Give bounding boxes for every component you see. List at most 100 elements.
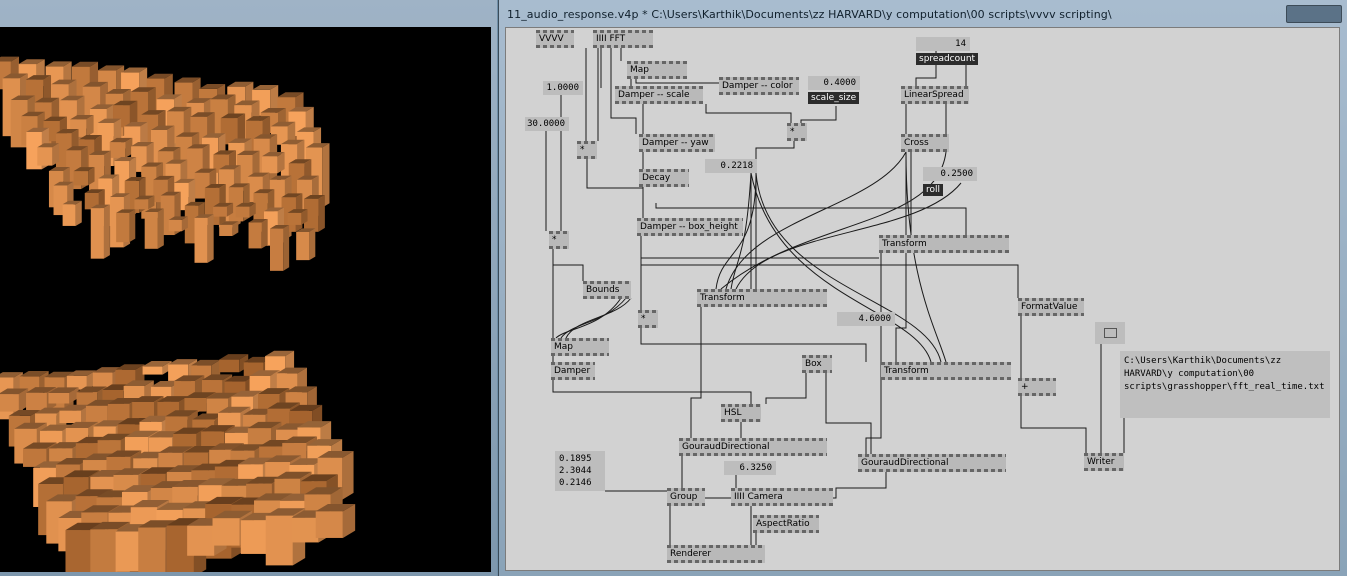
cube: [270, 225, 290, 271]
cube: [37, 143, 60, 166]
node-label: GouraudDirectional: [682, 442, 770, 452]
roll-label: roll: [923, 184, 944, 196]
node-damper[interactable]: Damper: [551, 362, 595, 380]
node-label: Damper -- yaw: [642, 138, 709, 148]
node-label: Renderer: [670, 549, 712, 559]
renderer-window[interactable]: [0, 0, 497, 576]
patch-editor-window[interactable]: 11_audio_response.v4p * C:\Users\Karthik…: [498, 0, 1347, 576]
node-label: Transform: [884, 366, 929, 376]
cube: [142, 361, 172, 375]
node-label: Group: [670, 492, 698, 502]
cube: [168, 216, 188, 232]
node-label: +: [1021, 382, 1029, 392]
window-title: 11_audio_response.v4p * C:\Users\Karthik…: [507, 8, 1112, 21]
value-box[interactable]: 4.6000: [837, 312, 895, 326]
node-label: Damper -- color: [722, 81, 793, 91]
node-map[interactable]: Map: [627, 61, 687, 79]
node-multiply[interactable]: *: [638, 310, 658, 328]
cube: [296, 228, 316, 261]
cube: [73, 167, 95, 186]
node-fft[interactable]: IIII FFT: [593, 30, 653, 48]
node-label: *: [790, 127, 795, 137]
rendered-cubes-scene: [0, 56, 356, 572]
cube: [109, 137, 133, 158]
node-vvvv[interactable]: VVVV: [536, 30, 574, 48]
node-label: Damper -- box_height: [640, 222, 738, 232]
node-label: Transform: [700, 293, 745, 303]
node-linearspread[interactable]: LinearSpread: [901, 86, 969, 104]
cube: [90, 204, 110, 259]
node-transform[interactable]: Transform: [697, 289, 827, 307]
node-decay[interactable]: Decay: [639, 169, 689, 187]
cube: [287, 209, 308, 225]
node-label: IIII Camera: [734, 492, 783, 502]
value-box[interactable]: 0.2218: [705, 159, 757, 173]
node-renderer[interactable]: Renderer: [667, 545, 765, 563]
file-path-string-box[interactable]: C:\Users\Karthik\Documents\zz HARVARD\y …: [1120, 351, 1330, 418]
node-label: VVVV: [539, 34, 564, 44]
patch-wires: [545, 48, 1125, 545]
cube: [116, 209, 136, 243]
node-label: *: [580, 145, 585, 155]
cube: [62, 200, 82, 226]
node-formatvalue[interactable]: FormatValue: [1018, 298, 1084, 316]
node-damper-scale[interactable]: Damper -- scale: [615, 86, 703, 104]
roll-value-box[interactable]: 0.2500: [923, 167, 977, 181]
vector-value-box[interactable]: 0.1895 2.3044 0.2146: [555, 451, 605, 491]
node-label: HSL: [724, 408, 742, 418]
vector-x: 0.1895: [559, 454, 592, 464]
cube: [235, 202, 256, 218]
node-damper-color[interactable]: Damper -- color: [719, 77, 799, 95]
node-camera[interactable]: IIII Camera: [731, 488, 833, 506]
node-label: AspectRatio: [756, 519, 810, 529]
scale-size-value-box[interactable]: 0.4000: [808, 76, 860, 90]
node-label: *: [552, 235, 557, 245]
node-label: Map: [630, 65, 649, 75]
cube: [134, 195, 155, 210]
render-viewport[interactable]: [0, 27, 491, 572]
value-box[interactable]: 30.0000: [525, 117, 569, 131]
node-multiply[interactable]: *: [577, 141, 597, 159]
node-label: LinearSpread: [904, 90, 964, 100]
node-damper-yaw[interactable]: Damper -- yaw: [639, 134, 715, 152]
cube: [213, 202, 234, 217]
node-label: Cross: [904, 138, 929, 148]
node-map[interactable]: Map: [551, 338, 609, 356]
cube: [248, 218, 268, 249]
vector-z: 0.2146: [559, 478, 592, 488]
node-label: Map: [554, 342, 573, 352]
scale-size-label: scale_size: [808, 92, 860, 104]
spreadcount-label: spreadcount: [916, 53, 979, 65]
vector-y: 2.3044: [559, 466, 592, 476]
node-gouraud-directional[interactable]: GouraudDirectional: [679, 438, 827, 456]
node-multiply[interactable]: *: [549, 231, 569, 249]
value-box[interactable]: 1.0000: [543, 81, 583, 95]
node-gouraud-directional[interactable]: GouraudDirectional: [858, 454, 1006, 472]
node-aspectratio[interactable]: AspectRatio: [753, 515, 819, 533]
node-cross[interactable]: Cross: [901, 134, 949, 152]
node-bounds[interactable]: Bounds: [583, 281, 631, 299]
node-label: FormatValue: [1021, 302, 1078, 312]
cube: [144, 208, 164, 249]
node-damper-box-height[interactable]: Damper -- box_height: [637, 218, 743, 236]
node-multiply[interactable]: *: [787, 123, 807, 141]
node-label: Damper: [554, 366, 591, 376]
node-label: Decay: [642, 173, 671, 183]
node-hsl[interactable]: HSL: [721, 404, 761, 422]
window-controls[interactable]: [1286, 5, 1342, 23]
node-plus[interactable]: +: [1018, 378, 1056, 396]
node-label: IIII FFT: [596, 34, 626, 44]
value-box[interactable]: 6.3250: [724, 461, 776, 475]
cube: [315, 503, 356, 538]
node-label: Transform: [882, 239, 927, 249]
node-label: Bounds: [586, 285, 620, 295]
node-writer[interactable]: Writer: [1084, 453, 1124, 471]
patch-canvas[interactable]: VVVV IIII FFT Map Damper -- color Damper…: [505, 27, 1340, 571]
spreadcount-value-box[interactable]: 14: [916, 37, 970, 51]
node-transform[interactable]: Transform: [881, 362, 1011, 380]
node-group[interactable]: Group: [667, 488, 705, 506]
node-box[interactable]: Box: [802, 355, 832, 373]
node-transform[interactable]: Transform: [879, 235, 1009, 253]
toggle-box[interactable]: [1095, 322, 1125, 344]
cube: [261, 152, 285, 174]
